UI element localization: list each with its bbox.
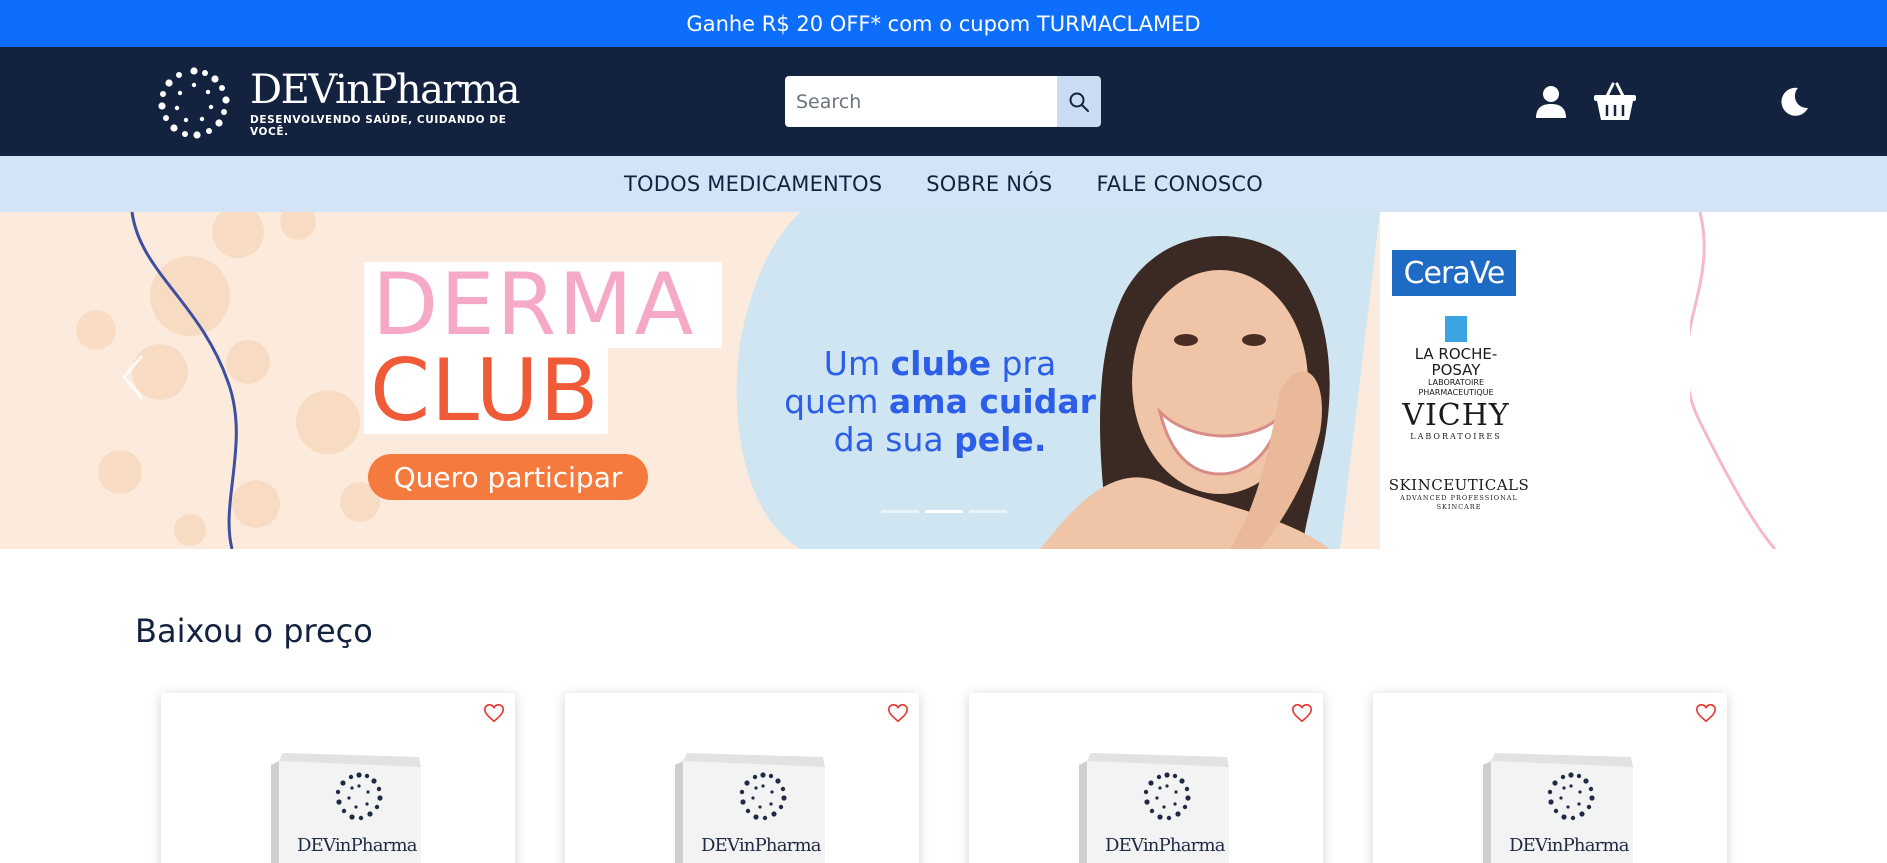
- slogan-part: da sua: [833, 420, 955, 459]
- basket-icon: [1594, 82, 1636, 120]
- slogan-part: quem: [784, 382, 889, 421]
- slogan-bold: pele: [954, 420, 1034, 459]
- logo-name: DEVinPharma: [250, 67, 520, 113]
- user-icon: [1536, 86, 1566, 118]
- vichy-name: VICHY: [1402, 398, 1510, 433]
- lrp-mark-icon: [1445, 316, 1467, 342]
- search-icon: [1069, 92, 1089, 112]
- logo-text: DEVinPharma DESENVOLVENDO SAÚDE, CUIDAND…: [250, 68, 538, 138]
- product-brand: DEVinPharma: [701, 835, 821, 856]
- product-brand: DEVinPharma: [1105, 835, 1225, 856]
- carousel-indicator-2[interactable]: [925, 510, 963, 513]
- header: DEVinPharma DESENVOLVENDO SAÚDE, CUIDAND…: [0, 47, 1887, 156]
- nav-item-todos-medicamentos[interactable]: TODOS MEDICAMENTOS: [624, 172, 882, 196]
- heart-icon[interactable]: [887, 702, 909, 724]
- theme-toggle-button[interactable]: [1776, 84, 1812, 120]
- user-button[interactable]: [1533, 84, 1569, 120]
- search-input[interactable]: [785, 76, 1057, 127]
- banner-title-club: CLUB: [370, 341, 600, 441]
- slogan-part: pra: [990, 344, 1057, 383]
- product-card[interactable]: DEVinPharma: [969, 693, 1323, 863]
- heart-icon[interactable]: [1695, 702, 1717, 724]
- product-card[interactable]: DEVinPharma: [1373, 693, 1727, 863]
- brand-logo-skinceuticals: SKINCEUTICALS ADVANCED PROFESSIONAL SKIN…: [1380, 476, 1538, 512]
- quero-participar-button[interactable]: Quero participar: [368, 454, 648, 500]
- vichy-sub: LABORATOIRES: [1410, 432, 1502, 441]
- carousel-indicators: [878, 510, 1010, 513]
- main-nav: TODOS MEDICAMENTOS SOBRE NÓS FALE CONOSC…: [0, 156, 1887, 212]
- lrp-sub: LABORATOIRE PHARMACEUTIQUE: [1418, 378, 1494, 397]
- product-card[interactable]: DEVinPharma: [565, 693, 919, 863]
- section-title: Baixou o preço: [135, 612, 373, 650]
- skin-sub: ADVANCED PROFESSIONAL SKINCARE: [1400, 494, 1518, 511]
- logo-dots-icon: [158, 67, 230, 139]
- carousel-indicator-1[interactable]: [881, 510, 919, 513]
- banner-title-derma: DERMA: [372, 255, 696, 355]
- logo[interactable]: DEVinPharma DESENVOLVENDO SAÚDE, CUIDAND…: [158, 65, 538, 141]
- promo-text: Ganhe R$ 20 OFF* com o cupom TURMACLAMED: [686, 11, 1201, 36]
- slogan-part: Um: [823, 344, 891, 383]
- moon-icon: [1781, 87, 1808, 116]
- logo-tagline: DESENVOLVENDO SAÚDE, CUIDANDO DE VOCÊ.: [250, 114, 507, 138]
- carousel-indicator-3[interactable]: [969, 510, 1007, 513]
- skin-name: SKINCEUTICALS: [1388, 476, 1530, 494]
- slogan-bold: clube: [890, 344, 991, 383]
- product-brand: DEVinPharma: [297, 835, 417, 856]
- nav-item-fale-conosco[interactable]: FALE CONOSCO: [1096, 172, 1263, 196]
- chevron-left-icon: [122, 355, 144, 399]
- search-button[interactable]: [1057, 76, 1101, 127]
- product-card[interactable]: DEVinPharma: [161, 693, 515, 863]
- product-brand: DEVinPharma: [1509, 835, 1629, 856]
- slogan-part: .: [1033, 420, 1047, 459]
- heart-icon[interactable]: [1291, 702, 1313, 724]
- search-bar: [785, 76, 1101, 127]
- hero-carousel: DERMA CLUB Quero participar Um clube pra…: [0, 212, 1887, 549]
- carousel-prev-button[interactable]: [118, 352, 148, 402]
- lrp-name: LA ROCHE-POSAY: [1414, 345, 1498, 379]
- slogan-bold: ama cuidar: [888, 382, 1096, 421]
- brand-logo-vichy: VICHY LABORATOIRES: [1400, 398, 1512, 441]
- nav-item-sobre-nos[interactable]: SOBRE NÓS: [926, 172, 1052, 196]
- basket-button[interactable]: [1593, 81, 1637, 123]
- promo-bar: Ganhe R$ 20 OFF* com o cupom TURMACLAMED: [0, 0, 1887, 47]
- brand-logo-cerave: CeraVe: [1392, 250, 1516, 296]
- heart-icon[interactable]: [483, 702, 505, 724]
- banner-slogan: Um clube pra quem ama cuidar da sua pele…: [770, 345, 1110, 459]
- brand-logo-la-roche-posay: LA ROCHE-POSAY LABORATOIRE PHARMACEUTIQU…: [1392, 316, 1520, 398]
